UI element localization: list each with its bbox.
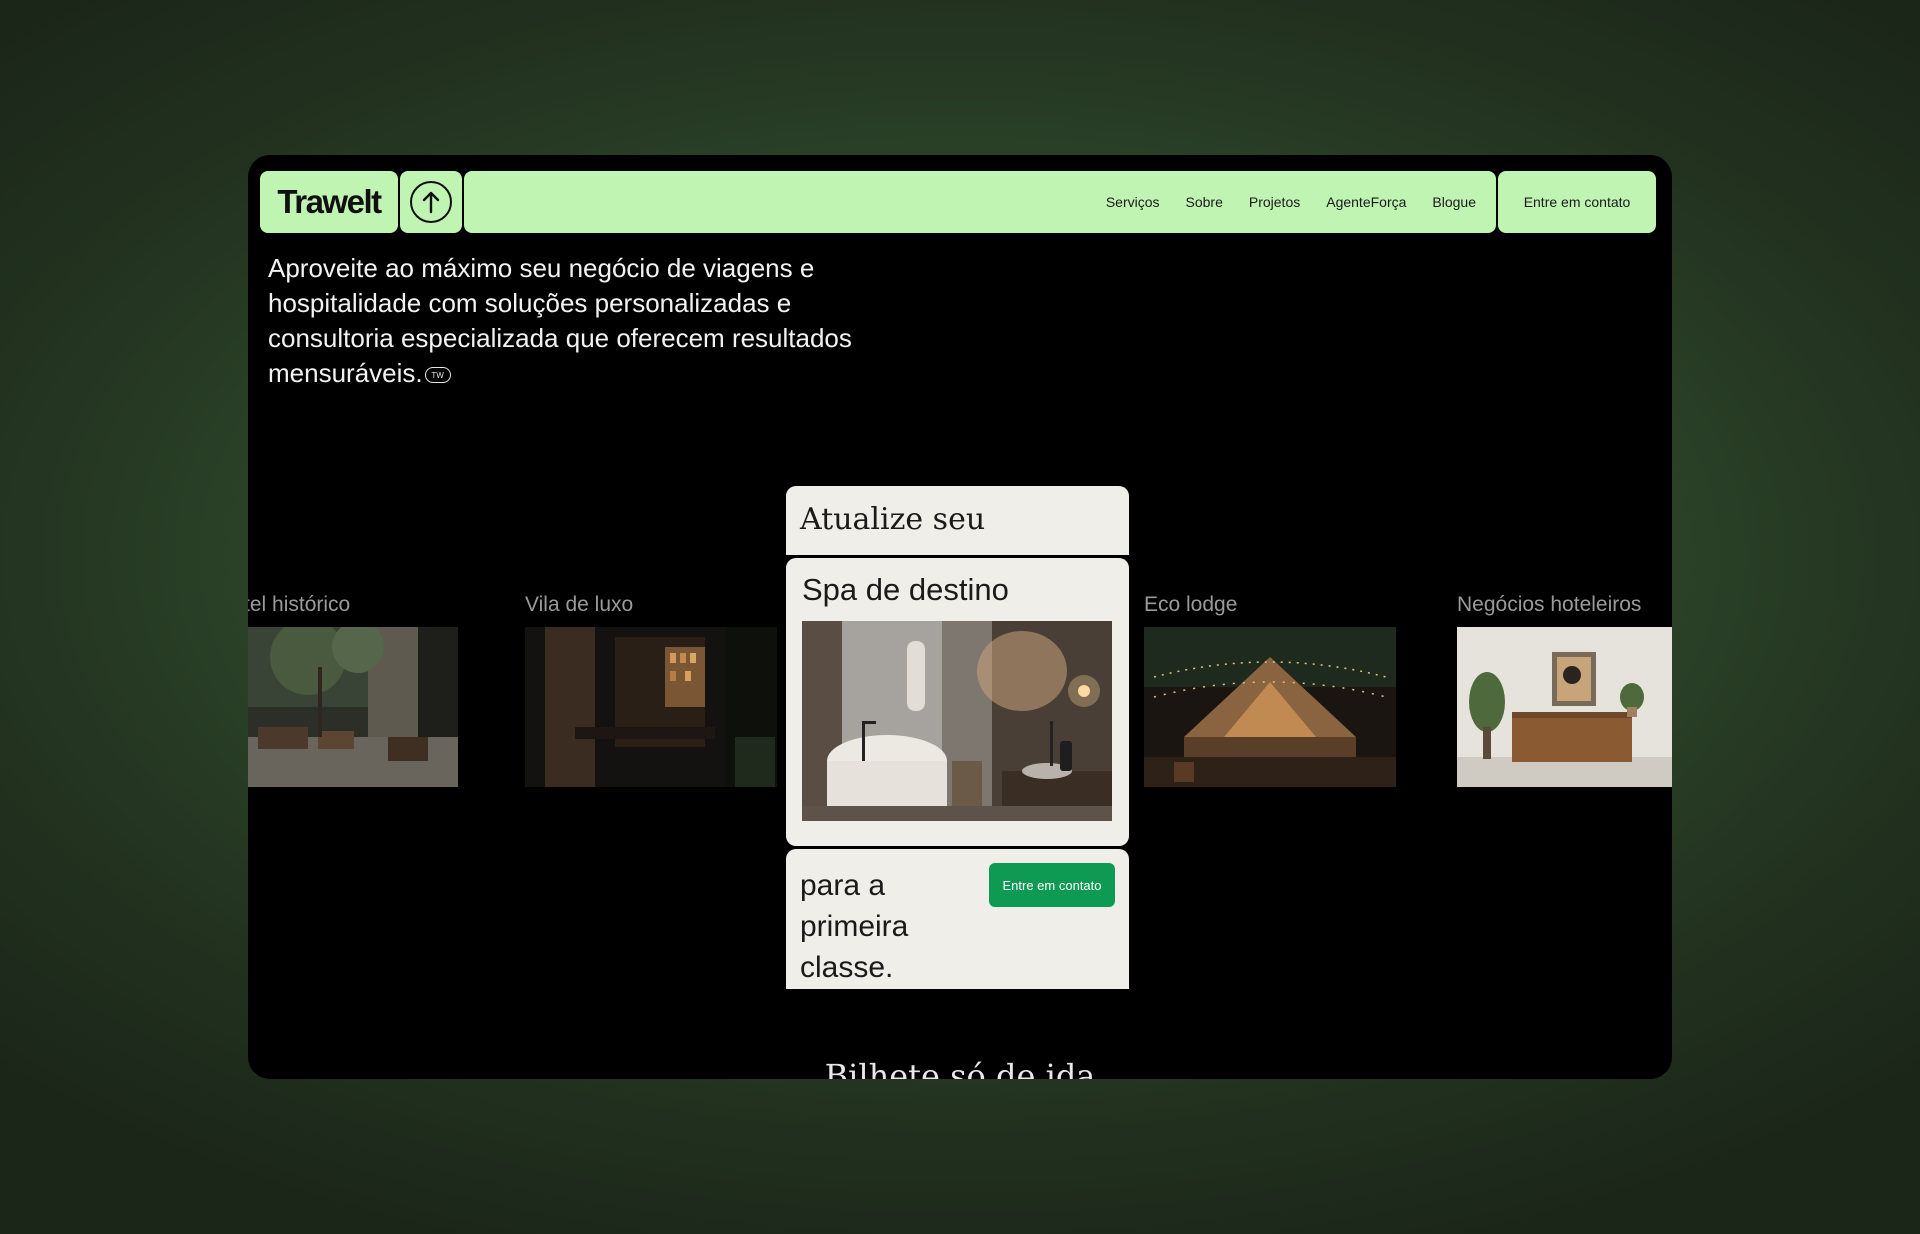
nav-item-sobre[interactable]: Sobre — [1186, 194, 1223, 210]
luxury-villa-image[interactable] — [525, 627, 777, 787]
headline-top-text: Atualize seu — [800, 502, 986, 537]
nav-item-servicos[interactable]: Serviços — [1106, 194, 1160, 210]
logo-box[interactable]: Trawelt — [260, 171, 398, 233]
nav-item-blogue[interactable]: Blogue — [1432, 194, 1476, 210]
card-label-historic-hotel: tel histórico — [248, 593, 351, 616]
featured-card[interactable]: Spa de destino — [786, 558, 1129, 846]
hero-intro: Aproveite ao máximo seu negócio de viage… — [268, 251, 908, 391]
nav-contact-button[interactable]: Entre em contato — [1498, 171, 1656, 233]
browser-frame: Trawelt Serviços Sobre Projetos AgenteFo… — [248, 155, 1672, 1079]
next-section-heading: Bilhete só de ida — [824, 1057, 1096, 1079]
historic-hotel-image[interactable] — [248, 627, 458, 787]
featured-card-title: Spa de destino — [802, 572, 1009, 607]
main-nav: Serviços Sobre Projetos AgenteForça Blog… — [464, 171, 1496, 233]
tw-badge-icon: TW — [424, 367, 451, 384]
headline-bottom-text: para a primeira classe. — [800, 869, 909, 984]
card-label-luxury-villa: Vila de luxo — [525, 593, 634, 616]
card-label-hotel-business: Negócios hoteleiros — [1457, 593, 1642, 616]
logo-wordmark: Trawelt — [277, 183, 382, 220]
hero-intro-text: Aproveite ao máximo seu negócio de viage… — [268, 253, 852, 388]
nav-contact-label: Entre em contato — [1523, 194, 1631, 210]
nav-item-projetos[interactable]: Projetos — [1249, 194, 1300, 210]
scroll-up-button[interactable] — [400, 171, 462, 233]
headline-card-top: Atualize seu — [786, 486, 1129, 555]
card-label-eco-lodge: Eco lodge — [1144, 593, 1238, 616]
destination-spa-image — [802, 621, 1112, 821]
nav-item-agenteforca[interactable]: AgenteForça — [1326, 194, 1406, 210]
eco-lodge-image[interactable] — [1144, 627, 1396, 787]
contact-cta-button[interactable]: Entre em contato — [989, 863, 1115, 907]
hotel-business-image[interactable] — [1457, 627, 1672, 787]
arrow-up-icon — [410, 181, 452, 223]
headline-card-bottom: para a primeira classe. Entre em contato — [786, 849, 1129, 989]
